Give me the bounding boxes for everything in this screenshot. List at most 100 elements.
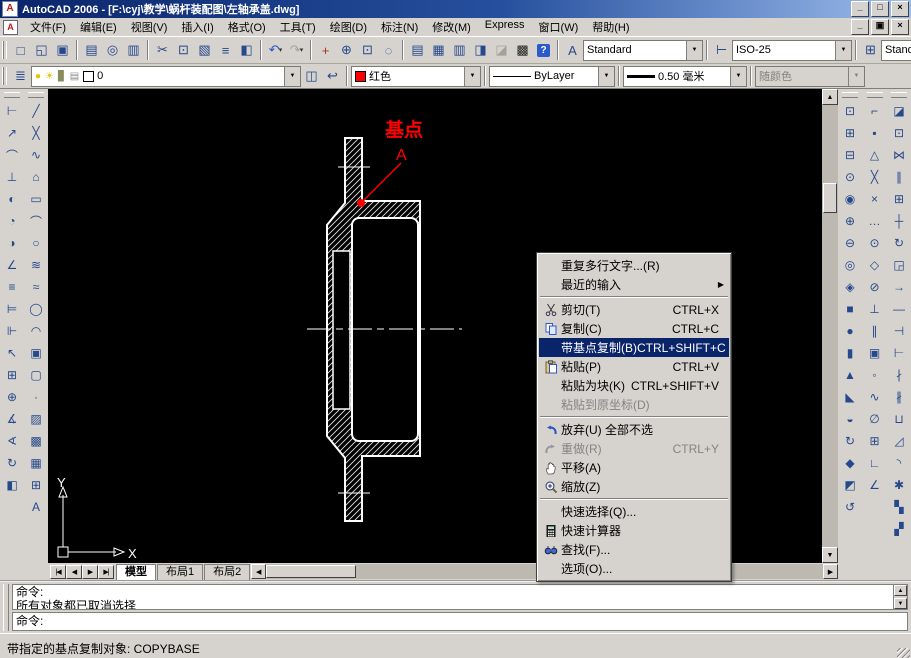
prev-tab-button[interactable]: ◀ [66,565,82,579]
zoom-previous-icon[interactable]: ◌ [378,40,399,60]
explode-icon[interactable]: ✱ [888,474,910,496]
tab-布局2[interactable]: 布局2 [204,564,250,580]
menu-item-zoom[interactable]: 缩放(Z) [539,477,729,496]
stretch-icon[interactable]: → [888,276,910,298]
designcenter-icon[interactable]: ▦ [428,40,449,60]
scale-icon[interactable]: ◲ [888,254,910,276]
region-icon[interactable]: ▦ [25,452,47,474]
paste-icon[interactable]: ▧ [194,40,215,60]
snap-midpoint-icon[interactable]: △ [864,144,886,166]
menu-item-cut[interactable]: 剪切(T)CTRL+X [539,300,729,319]
save-icon[interactable]: ▣ [52,40,73,60]
menu-item-paste[interactable]: 粘贴(P)CTRL+V [539,357,729,376]
sheet-set-manager-icon[interactable]: ◨ [470,40,491,60]
offset-icon[interactable]: ∥ [888,166,910,188]
undo-icon[interactable]: ↶▾ [265,40,286,60]
line-icon[interactable]: ╱ [25,100,47,122]
menu-item-pan[interactable]: 平移(A) [539,458,729,477]
zoom-extents-icon[interactable]: ◈ [839,276,861,298]
dim-jogged-icon[interactable]: ◔ [1,210,23,232]
solid-cylinder-icon[interactable]: ▮ [839,342,861,364]
dim-baseline-icon[interactable]: ⊨ [1,298,23,320]
command-history[interactable]: 命令:所有对象都已取消选择 ▲ ▼ [12,584,908,610]
quick-dimension-icon[interactable]: ≡ [1,276,23,298]
send-to-back-icon[interactable]: ▞ [888,518,910,540]
chevron-down-icon[interactable]: ▼ [598,67,614,86]
revision-cloud-icon[interactable]: ≋ [25,254,47,276]
fillet-icon[interactable]: ◝ [888,452,910,474]
toolbar-grip[interactable] [2,67,7,85]
zoom-center-icon[interactable]: ⊙ [839,166,861,188]
point-icon[interactable]: · [25,386,47,408]
chevron-down-icon[interactable]: ▼ [284,67,300,86]
menu-item-undo[interactable]: 放弃(U) 全部不选 [539,420,729,439]
cut-icon[interactable]: ✂ [152,40,173,60]
close-button[interactable]: × [891,1,909,17]
menubar-item-7[interactable]: 标注(N) [374,17,425,37]
snap-none-icon[interactable]: ∅ [864,408,886,430]
menu-item-repeat-mtext[interactable]: 重复多行文字...(R) [539,256,729,275]
chevron-down-icon[interactable]: ▼ [835,41,851,60]
zoom-out-icon[interactable]: ⊖ [839,232,861,254]
menu-item-paste-as-block[interactable]: 粘贴为块(K)CTRL+SHIFT+V [539,376,729,395]
zoom-window-icon[interactable]: ⊡ [357,40,378,60]
menu-item-find[interactable]: 查找(F)... [539,540,729,559]
snap-perpendicular-icon[interactable]: ⊥ [864,298,886,320]
ucs-toolbar-icon[interactable]: ∟ [864,452,886,474]
scroll-up-icon[interactable]: ▲ [822,89,838,105]
rotate-icon[interactable]: ↻ [888,232,910,254]
snap-intersection-icon[interactable]: ╳ [864,166,886,188]
osnap-settings-icon[interactable]: ⊞ [864,430,886,452]
tab-布局1[interactable]: 布局1 [157,564,203,580]
dim-text-edit-icon[interactable]: ∢ [1,430,23,452]
spline-icon[interactable]: ≈ [25,276,47,298]
doc-close-button[interactable]: × [891,19,909,35]
toolbar-grip[interactable] [2,41,7,59]
menubar-item-8[interactable]: 修改(M) [425,17,478,37]
snap-apparent-intersection-icon[interactable]: × [864,188,886,210]
break-icon[interactable]: ∦ [888,386,910,408]
zoom-scale-icon[interactable]: ⊟ [839,144,861,166]
bring-to-front-icon[interactable]: ▚ [888,496,910,518]
menu-item-quick-select[interactable]: 快速选择(Q)... [539,502,729,521]
text-style-manager-icon[interactable]: A [562,40,583,60]
erase-icon[interactable]: ◪ [888,100,910,122]
construction-line-icon[interactable]: ╳ [25,122,47,144]
solid-torus-icon[interactable]: ◒ [839,408,861,430]
help-icon[interactable]: ? [533,40,554,60]
shade-icon[interactable]: ◩ [839,474,861,496]
color-combo[interactable]: 红色 ▼ [351,66,481,87]
table-style-manager-icon[interactable]: ⊞ [860,40,881,60]
scroll-down-icon[interactable]: ▼ [822,547,838,563]
command-scrollbar[interactable]: ▲ ▼ [893,585,907,609]
next-tab-button[interactable]: ▶ [82,565,98,579]
menubar-item-2[interactable]: 视图(V) [124,17,175,37]
properties-palette-icon[interactable]: ▤ [407,40,428,60]
snap-from-icon[interactable]: ⌐ [864,100,886,122]
last-tab-button[interactable]: ▶| [98,565,114,579]
scroll-down-icon[interactable]: ▼ [894,598,907,609]
markup-set-manager-icon[interactable]: ◪ [491,40,512,60]
snap-nearest-icon[interactable]: ∿ [864,386,886,408]
menubar-item-9[interactable]: Express [478,17,532,37]
arc-icon[interactable]: ⌒ [25,210,47,232]
table-style-combo[interactable]: Standard [881,40,911,61]
new-icon[interactable]: □ [10,40,31,60]
quick-leader-icon[interactable]: ↖ [1,342,23,364]
dim-angular-icon[interactable]: ∠ [1,254,23,276]
menu-item-options[interactable]: 选项(O)... [539,559,729,578]
menu-item-recent-input[interactable]: 最近的输入▶ [539,275,729,294]
chevron-down-icon[interactable]: ▼ [686,41,702,60]
menubar-item-6[interactable]: 绘图(D) [323,17,374,37]
pan-icon[interactable]: + [315,40,336,60]
resize-grip[interactable] [897,648,910,658]
plot-preview-icon[interactable]: ◎ [102,40,123,60]
layer-properties-manager-icon[interactable]: ≣ [10,66,31,86]
snap-parallel-icon[interactable]: ∥ [864,320,886,342]
menubar-item-11[interactable]: 帮助(H) [585,17,636,37]
toolbar-grip[interactable] [28,92,44,98]
plot-icon[interactable]: ▤ [81,40,102,60]
multiline-text-icon[interactable]: A [25,496,47,518]
dim-aligned-icon[interactable]: ↗ [1,122,23,144]
toolbar-grip[interactable] [4,92,20,98]
